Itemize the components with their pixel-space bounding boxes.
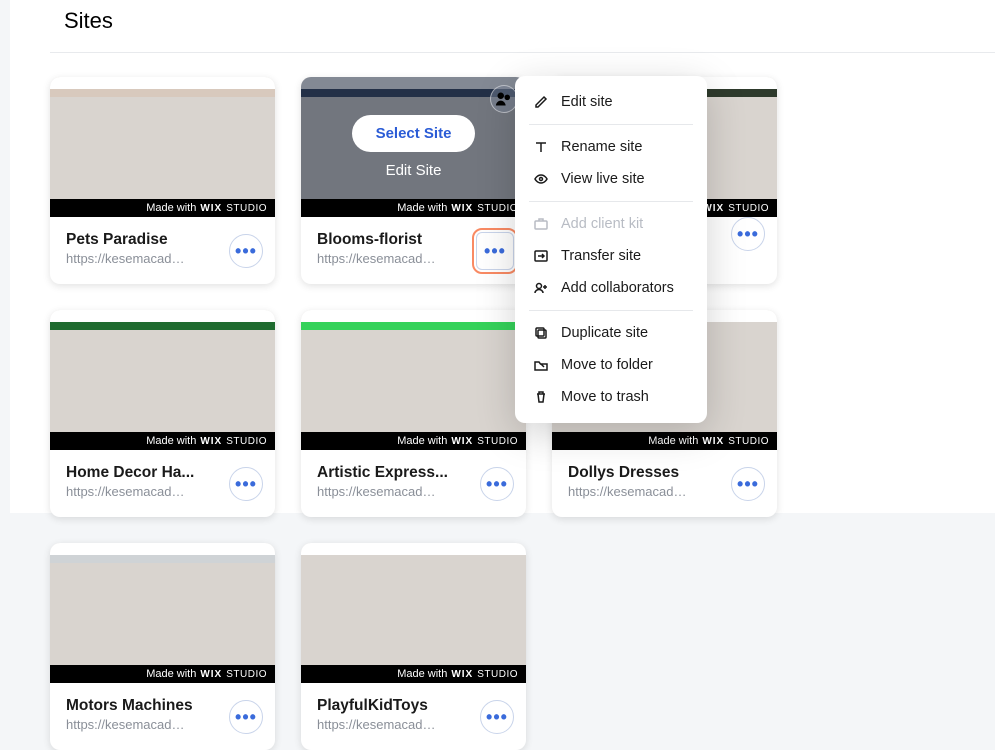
menu-item-rename-site[interactable]: Rename site — [515, 131, 707, 163]
menu-item-edit-site[interactable]: Edit site — [515, 86, 707, 118]
site-card[interactable]: Made with WIX STUDIO Artistic Express...… — [301, 310, 526, 517]
menu-item-label: Edit site — [561, 94, 613, 110]
site-title: Pets Paradise — [66, 231, 216, 249]
more-actions-button[interactable]: ••• — [229, 700, 263, 734]
menu-separator — [529, 310, 693, 311]
site-title: Motors Machines — [66, 697, 216, 715]
menu-item-label: Move to trash — [561, 389, 649, 405]
user-plus-icon — [533, 280, 549, 296]
site-url: https://kesemacad… — [66, 717, 216, 732]
menu-item-move-to-folder[interactable]: Move to folder — [515, 349, 707, 381]
site-title: Artistic Express... — [317, 464, 467, 482]
menu-separator — [529, 201, 693, 202]
site-url: https://kesemacad… — [317, 717, 467, 732]
transfer-icon — [533, 248, 549, 264]
made-with-badge: Made with WIX STUDIO — [552, 432, 777, 450]
pencil-icon — [533, 94, 549, 110]
site-thumbnail[interactable]: Made with WIX STUDIO — [50, 543, 275, 683]
made-with-badge: Made with WIX STUDIO — [301, 432, 526, 450]
site-thumbnail[interactable]: Made with WIX STUDIO — [301, 310, 526, 450]
edit-site-link[interactable]: Edit Site — [386, 162, 442, 179]
more-actions-button[interactable]: ••• — [480, 700, 514, 734]
menu-item-add-client-kit: Add client kit — [515, 208, 707, 240]
select-site-button[interactable]: Select Site — [352, 115, 476, 152]
site-url: https://kesemacad… — [66, 484, 216, 499]
more-actions-button[interactable]: ••• — [731, 467, 765, 501]
made-with-badge: Made with WIX STUDIO — [50, 665, 275, 683]
site-url: https://kesemacad… — [66, 251, 216, 266]
menu-item-label: Add client kit — [561, 216, 643, 232]
eye-icon — [533, 171, 549, 187]
trash-icon — [533, 389, 549, 405]
menu-item-transfer-site[interactable]: Transfer site — [515, 240, 707, 272]
menu-item-add-collaborators[interactable]: Add collaborators — [515, 272, 707, 304]
made-with-badge: Made with WIX STUDIO — [301, 665, 526, 683]
more-actions-button[interactable]: ••• — [731, 217, 765, 251]
site-title: PlayfulKidToys — [317, 697, 467, 715]
more-actions-button[interactable]: ••• — [480, 467, 514, 501]
page-title: Sites — [50, 0, 995, 53]
collaborators-icon[interactable] — [490, 85, 518, 113]
site-card[interactable]: Made with WIX STUDIO Pets Paradise https… — [50, 77, 275, 284]
site-card[interactable]: Made with WIX STUDIO Home Decor Ha... ht… — [50, 310, 275, 517]
menu-item-label: Add collaborators — [561, 280, 674, 296]
more-actions-button[interactable]: ••• — [229, 467, 263, 501]
hover-overlay: Select Site Edit Site — [301, 77, 526, 217]
site-card[interactable]: Made with WIX STUDIO Motors Machines htt… — [50, 543, 275, 750]
site-title: Dollys Dresses — [568, 464, 718, 482]
site-title: Home Decor Ha... — [66, 464, 216, 482]
site-url: https://kesemacad… — [317, 251, 467, 266]
menu-item-duplicate-site[interactable]: Duplicate site — [515, 317, 707, 349]
site-card[interactable]: Select Site Edit Site Made with WIX STUD… — [301, 77, 526, 284]
text-icon — [533, 139, 549, 155]
more-actions-button[interactable]: ••• — [229, 234, 263, 268]
site-title: Blooms-florist — [317, 231, 467, 249]
menu-item-view-live-site[interactable]: View live site — [515, 163, 707, 195]
menu-item-label: Rename site — [561, 139, 642, 155]
site-context-menu: Edit site Rename site View live site Add… — [515, 76, 707, 423]
page-content: Sites Made with WIX STUDIO Pets Paradise… — [10, 0, 995, 513]
menu-item-label: Transfer site — [561, 248, 641, 264]
menu-separator — [529, 124, 693, 125]
site-url: https://kesemacad… — [317, 484, 467, 499]
made-with-badge: Made with WIX STUDIO — [50, 199, 275, 217]
menu-item-move-to-trash[interactable]: Move to trash — [515, 381, 707, 413]
menu-item-label: Duplicate site — [561, 325, 648, 341]
briefcase-icon — [533, 216, 549, 232]
made-with-badge: Made with WIX STUDIO — [50, 432, 275, 450]
made-with-badge: Made with WIX STUDIO — [301, 199, 526, 217]
more-actions-button[interactable]: ••• — [476, 232, 514, 270]
site-url: https://kesemacad… — [568, 484, 718, 499]
site-thumbnail[interactable]: Made with WIX STUDIO — [301, 543, 526, 683]
site-thumbnail[interactable]: Made with WIX STUDIO — [50, 77, 275, 217]
menu-item-label: View live site — [561, 171, 645, 187]
site-card[interactable]: Made with WIX STUDIO PlayfulKidToys http… — [301, 543, 526, 750]
duplicate-icon — [533, 325, 549, 341]
site-thumbnail[interactable]: Select Site Edit Site Made with WIX STUD… — [301, 77, 526, 217]
folder-icon — [533, 357, 549, 373]
menu-item-label: Move to folder — [561, 357, 653, 373]
site-thumbnail[interactable]: Made with WIX STUDIO — [50, 310, 275, 450]
